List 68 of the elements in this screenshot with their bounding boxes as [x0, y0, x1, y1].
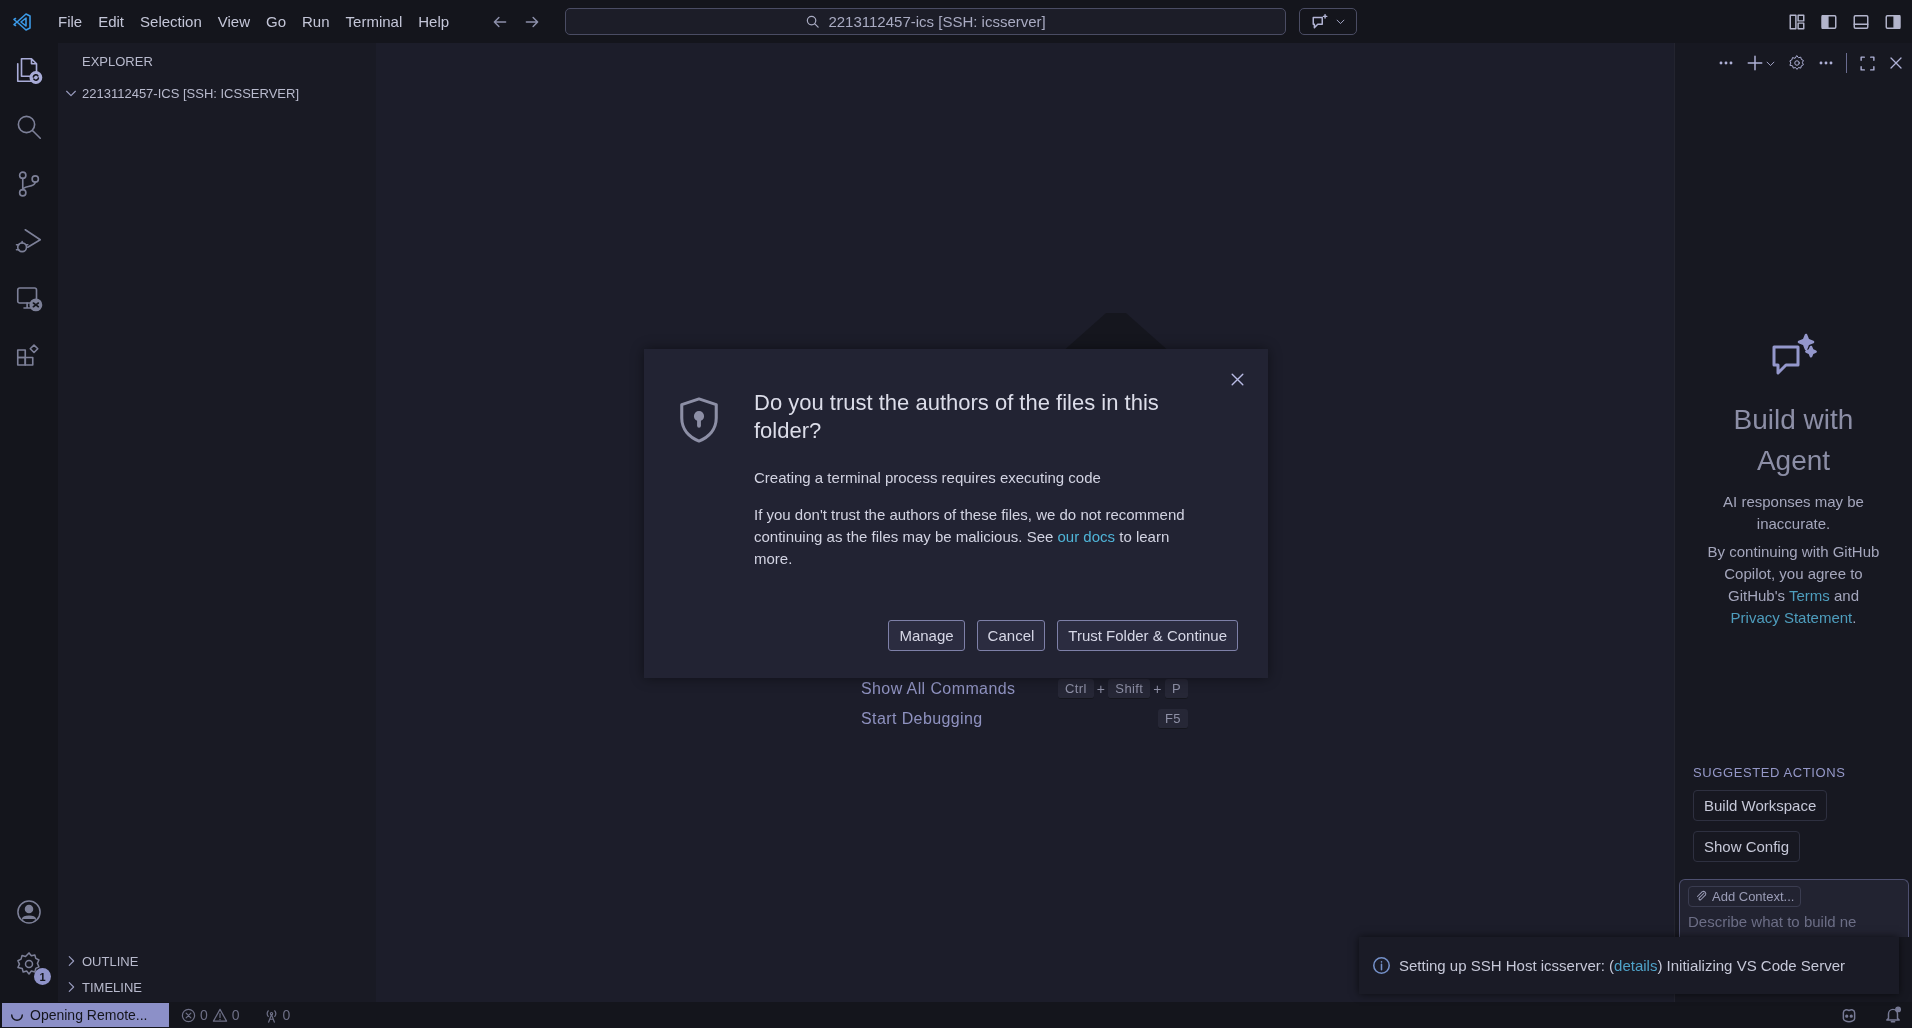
sidebar-title: EXPLORER: [81, 53, 154, 71]
new-chat-button[interactable]: [1746, 54, 1776, 72]
docs-link[interactable]: our docs: [1057, 528, 1116, 545]
panel-toggle-icon[interactable]: [1852, 12, 1870, 31]
section-title: SUGGESTED ACTIONS: [1693, 765, 1847, 780]
dialog-detail: If you don't trust the authors of these files, we do not recommend continuing as the files may be malicious. See our docs to learn more.: [754, 505, 1186, 569]
menu-item[interactable]: Selection: [132, 9, 210, 34]
warning-count: 0: [231, 1007, 240, 1023]
maximize-icon[interactable]: [1859, 54, 1876, 72]
account-icon[interactable]: [15, 898, 43, 926]
menu-item[interactable]: Edit: [90, 9, 133, 34]
key-cap: F5: [1158, 709, 1188, 729]
explorer-icon[interactable]: [14, 55, 44, 85]
suggestion-button[interactable]: Build Workspace: [1693, 790, 1828, 821]
error-count: 0: [200, 1007, 208, 1023]
folder-header[interactable]: 2213112457-ICS [SSH: ICSSERVER]: [58, 80, 376, 106]
key-cap: P: [1164, 679, 1188, 699]
dialog-message: Creating a terminal process requires executing code: [754, 468, 1102, 488]
shortcut-label[interactable]: Start Debugging: [861, 710, 983, 728]
warning-icon: [211, 1007, 228, 1023]
menu-item[interactable]: Run: [294, 9, 338, 34]
dialog-title: Do you trust the authors of the files in this folder?: [754, 389, 1160, 445]
remote-indicator[interactable]: Opening Remote...: [2, 1003, 169, 1027]
problems-indicator[interactable]: 0 0: [181, 1007, 240, 1023]
bell-icon[interactable]: [1884, 1006, 1902, 1024]
layout-icon[interactable]: [1788, 12, 1806, 31]
sidebar-toggle-icon[interactable]: [1820, 12, 1838, 31]
key-cap: Ctrl: [1057, 679, 1094, 699]
close-icon[interactable]: [1888, 55, 1904, 71]
key-cap: Shift: [1108, 679, 1151, 699]
menu-item[interactable]: File: [50, 9, 91, 34]
text-link[interactable]: Terms: [1788, 587, 1830, 604]
chat-input[interactable]: Add Context... Describe what to build ne: [1679, 879, 1909, 937]
terms-text: By continuing with GitHub Copilot, you agree to GitHub's Terms and Privacy Statement.: [1706, 542, 1881, 628]
ports-indicator[interactable]: 0: [263, 1007, 291, 1023]
chat-title: Build with Agent: [1732, 403, 1855, 478]
menu-item[interactable]: Go: [258, 9, 294, 34]
error-icon: [181, 1007, 196, 1023]
add-context-button[interactable]: Add Context...: [1688, 886, 1802, 907]
paperclip-icon: [1695, 890, 1708, 903]
command-center[interactable]: 2213112457-ics [SSH: icsserver]: [565, 8, 1287, 35]
settings-icon[interactable]: [1788, 54, 1806, 72]
search-icon: [805, 14, 821, 29]
notification-message: Setting up SSH Host icsserver: (details) Initializing VS Code Server: [1399, 957, 1846, 974]
app-logo-icon: [12, 11, 32, 32]
badge: 1: [34, 968, 51, 985]
disclaimer-text: AI responses may be inaccurate.: [1722, 492, 1865, 534]
menu-item[interactable]: Terminal: [337, 9, 411, 34]
shortcut-label[interactable]: Show All Commands: [861, 680, 1016, 698]
suggestion-button[interactable]: Show Config: [1693, 831, 1801, 862]
secondary-sidebar-toggle-icon[interactable]: [1884, 12, 1902, 31]
dialog-button[interactable]: Manage: [888, 620, 965, 651]
plus-sign: +: [1153, 681, 1162, 697]
plus-sign: +: [1096, 681, 1106, 697]
copilot-icon[interactable]: [1840, 1006, 1858, 1024]
menu-item[interactable]: View: [209, 9, 258, 34]
plus-icon: [1746, 54, 1764, 72]
dialog-button[interactable]: Cancel: [976, 620, 1046, 651]
input-placeholder: Describe what to build ne: [1688, 913, 1858, 930]
menu-item[interactable]: Help: [410, 9, 458, 34]
close-icon[interactable]: [1229, 371, 1246, 388]
chat-button[interactable]: [1299, 8, 1358, 35]
info-icon: [1372, 956, 1391, 975]
dialog-button[interactable]: Trust Folder & Continue: [1057, 620, 1238, 651]
details-link[interactable]: details: [1614, 957, 1658, 974]
section-header[interactable]: TIMELINE: [58, 974, 376, 1000]
section-header[interactable]: OUTLINE: [58, 948, 376, 974]
chat-sparkle-icon: [1310, 12, 1329, 31]
